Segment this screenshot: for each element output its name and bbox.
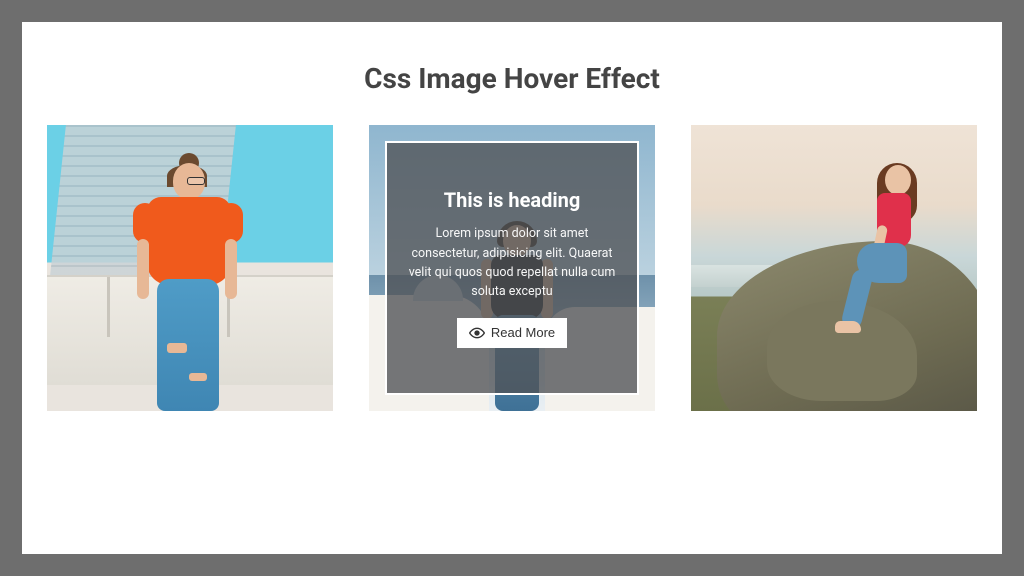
page-canvas: Css Image Hover Effect xyxy=(22,22,1002,554)
hover-card-2[interactable]: This is heading Lorem ipsum dolor sit am… xyxy=(369,125,655,411)
hover-card-3[interactable] xyxy=(691,125,977,411)
overlay-heading: This is heading xyxy=(444,188,581,212)
read-more-button[interactable]: Read More xyxy=(457,318,567,348)
read-more-label: Read More xyxy=(491,325,555,340)
illustration-person xyxy=(125,163,245,411)
hover-card-1[interactable] xyxy=(47,125,333,411)
hover-overlay: This is heading Lorem ipsum dolor sit am… xyxy=(385,141,639,395)
card-row: This is heading Lorem ipsum dolor sit am… xyxy=(22,125,1002,411)
overlay-body-text: Lorem ipsum dolor sit amet consectetur, … xyxy=(403,224,621,302)
eye-icon xyxy=(469,325,485,341)
page-title: Css Image Hover Effect xyxy=(22,62,1002,95)
illustration-person xyxy=(837,165,947,375)
